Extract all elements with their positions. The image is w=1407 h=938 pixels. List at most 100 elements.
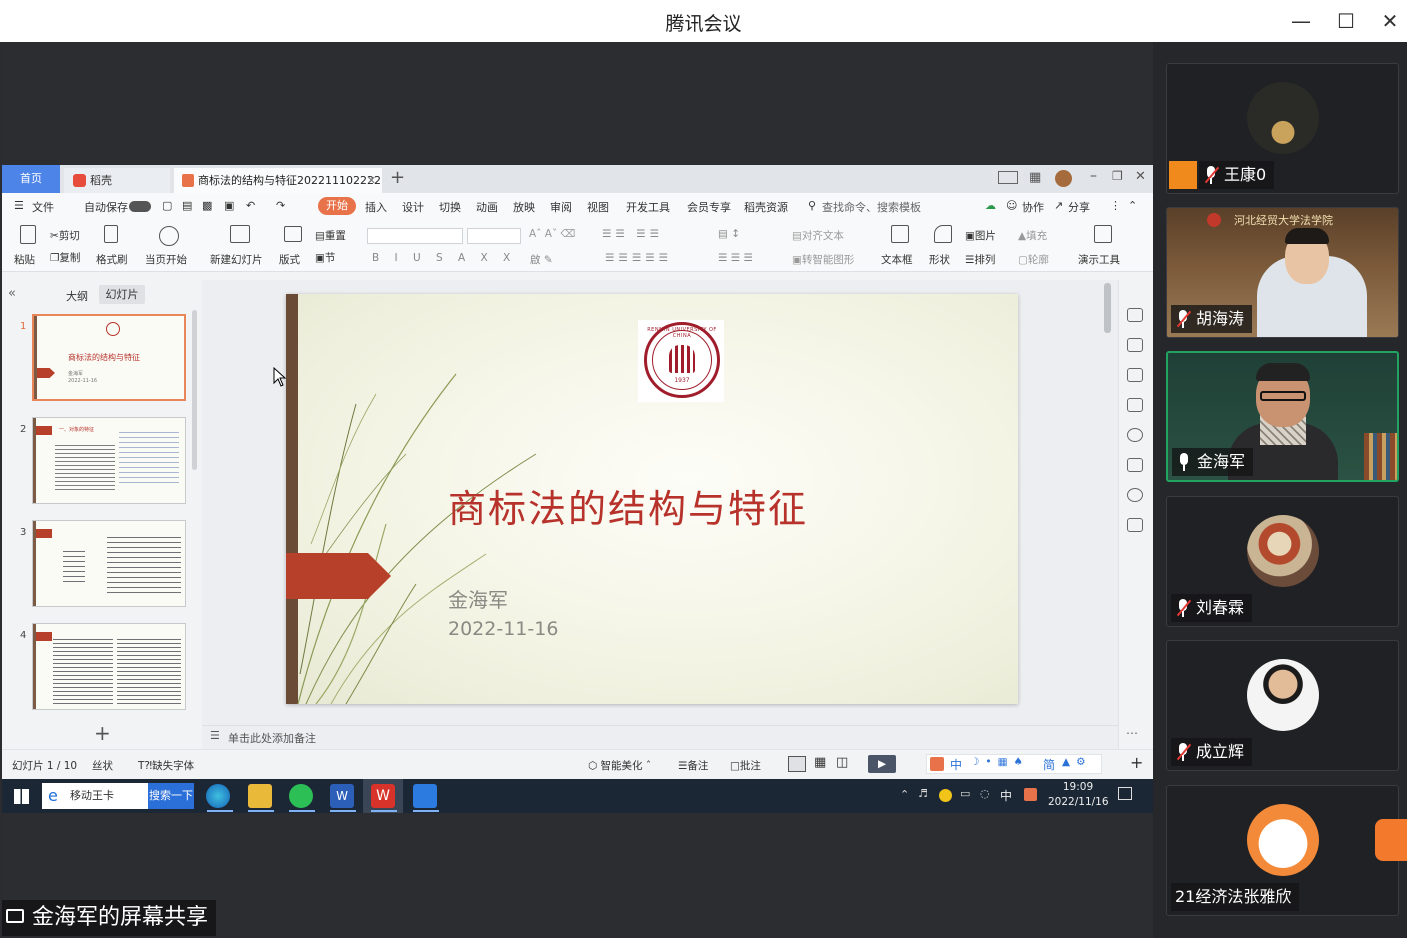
menu-developer[interactable]: 开发工具	[626, 199, 670, 215]
presentation-tools-button[interactable]: 演示工具	[1078, 252, 1120, 267]
menu-view[interactable]: 视图	[587, 199, 609, 215]
text-direction-icon[interactable]: ▤ ↕	[718, 228, 740, 240]
copy-button[interactable]: ❐复制	[50, 250, 80, 265]
arrange-button[interactable]: ☰排列	[965, 252, 995, 267]
more-icon[interactable]: ⋮	[1110, 199, 1121, 212]
tab-docer[interactable]: 稻壳	[64, 168, 170, 193]
font-family-select[interactable]	[367, 228, 463, 244]
minimize-button[interactable]: —	[1286, 8, 1316, 34]
sogou-ime-icon[interactable]	[930, 757, 944, 771]
hamburger-icon[interactable]: ☰	[14, 199, 24, 212]
menu-start[interactable]: 开始	[318, 197, 356, 215]
ime-simplified[interactable]: 简	[1043, 756, 1055, 773]
maximize-button[interactable]: ☐	[1331, 8, 1361, 34]
wps-restore-icon[interactable]: ❐	[1112, 169, 1123, 183]
menu-member[interactable]: 会员专享	[687, 199, 731, 215]
new-slide-icon[interactable]	[230, 225, 250, 243]
font-grow-icon[interactable]: Aˆ Aˇ ⌫	[529, 228, 575, 240]
layout-icon[interactable]	[998, 171, 1018, 184]
cloud-icon[interactable]: ☁	[985, 199, 996, 212]
format-painter-button[interactable]: 格式刷	[96, 252, 128, 267]
taskbar-date[interactable]: 2022/11/16	[1048, 796, 1109, 808]
active-speaker-tile[interactable]: 金海军	[1166, 351, 1399, 482]
menu-design[interactable]: 设计	[402, 199, 424, 215]
tencent-meeting-icon[interactable]	[413, 784, 437, 808]
missing-font-button[interactable]: T⁈缺失字体	[138, 758, 194, 773]
tab-outline[interactable]: 大纲	[66, 288, 88, 304]
tab-slides[interactable]: 幻灯片	[99, 285, 145, 304]
slide-thumbnail[interactable]	[32, 520, 186, 607]
sogou-tray-icon[interactable]	[1024, 788, 1037, 801]
file-explorer-icon[interactable]	[248, 784, 272, 808]
presentation-tools-icon[interactable]	[1094, 225, 1112, 243]
close-button[interactable]: ✕	[1375, 8, 1405, 34]
menu-docer-resources[interactable]: 稻壳资源	[744, 199, 788, 215]
align-text-button[interactable]: ▤对齐文本	[792, 228, 844, 243]
print-icon[interactable]: ▩	[202, 199, 212, 212]
menu-review[interactable]: 审阅	[550, 199, 572, 215]
tab-close-icon[interactable]: ✕	[367, 168, 376, 193]
ime-skin-icons[interactable]: ▲⚙	[1062, 756, 1092, 768]
textbox-icon[interactable]	[891, 225, 909, 243]
word-icon[interactable]: W	[330, 784, 354, 808]
comments-button[interactable]: □批注	[730, 758, 761, 773]
user-avatar-icon[interactable]	[1055, 170, 1072, 187]
windows-start-icon[interactable]	[14, 789, 29, 804]
shape-button[interactable]: 形状	[929, 252, 950, 267]
font-size-select[interactable]	[467, 228, 521, 244]
beautify-button[interactable]: ⬡ 智能美化 ˆ	[588, 758, 651, 773]
slide-thumbnail[interactable]	[32, 623, 186, 710]
reset-button[interactable]: ▤重置	[315, 228, 346, 243]
grid-icon[interactable]: ▦	[1029, 170, 1041, 185]
menu-transition[interactable]: 切换	[439, 199, 461, 215]
paste-icon[interactable]	[20, 225, 36, 244]
edge-browser-icon[interactable]	[206, 784, 230, 808]
volume-icon[interactable]: ♬	[918, 787, 928, 800]
list-icons[interactable]: ☰☰ ☰☰	[602, 228, 663, 240]
menu-animation[interactable]: 动画	[476, 199, 498, 215]
more-tools-icon[interactable]: ⋯	[1126, 726, 1138, 740]
reading-view-icon[interactable]: ◫	[836, 755, 848, 770]
image-tool-icon[interactable]	[1127, 458, 1143, 472]
command-search-input[interactable]: 查找命令、搜索模板	[822, 199, 921, 215]
taskbar-time[interactable]: 19:09	[1060, 781, 1096, 793]
format-painter-icon[interactable]	[104, 225, 118, 243]
floating-app-icon[interactable]	[1375, 819, 1407, 861]
new-tab-plus-icon[interactable]: +	[390, 167, 405, 188]
section-button[interactable]: ▣节	[315, 250, 335, 265]
participant-tile[interactable]: 刘春霖	[1166, 496, 1399, 627]
phonetic-icon[interactable]: 啟 ✎	[530, 252, 553, 267]
notes-bar[interactable]: ☰ 单击此处添加备注	[202, 725, 1120, 749]
align-icons[interactable]: ☰☰☰☰☰	[605, 252, 672, 264]
textbox-button[interactable]: 文本框	[881, 252, 913, 267]
export-icon[interactable]: ▤	[182, 199, 192, 212]
collapse-ribbon-icon[interactable]: ⌃	[1128, 199, 1137, 212]
help-tool-icon[interactable]	[1127, 428, 1143, 442]
save-icon[interactable]: ▢	[162, 199, 172, 212]
participant-tile[interactable]: 王康0	[1166, 63, 1399, 194]
wifi-icon[interactable]: ◌	[980, 787, 990, 800]
thumbs-scrollbar[interactable]	[192, 310, 197, 470]
theme-name[interactable]: 丝状	[92, 758, 113, 773]
slideshow-play-button[interactable]: ▶	[868, 755, 896, 773]
collapse-pane-icon[interactable]: «	[8, 286, 16, 301]
outline-button[interactable]: ▢轮廓	[1018, 252, 1049, 267]
settings-tool-icon[interactable]	[1127, 338, 1143, 352]
layout-button[interactable]: 版式	[279, 252, 300, 267]
participant-tile[interactable]: 成立辉	[1166, 640, 1399, 771]
normal-view-icon[interactable]	[788, 756, 806, 772]
sorter-view-icon[interactable]: ▦	[814, 755, 826, 770]
participant-video-tile[interactable]: 河北经贸大学法学院 胡海涛	[1166, 207, 1399, 338]
menu-slideshow[interactable]: 放映	[513, 199, 535, 215]
input-language-indicator[interactable]: 中	[1000, 787, 1012, 804]
animation-tool-icon[interactable]	[1127, 308, 1143, 322]
slides-tool-icon[interactable]	[1127, 398, 1143, 412]
book-tool-icon[interactable]	[1127, 518, 1143, 532]
picture-button[interactable]: ▣图片	[965, 228, 996, 243]
line-spacing-icon[interactable]: ☰ ☰ ☰	[718, 252, 753, 264]
taskbar-search-button[interactable]: 搜索一下	[148, 783, 194, 809]
menu-file[interactable]: 文件	[32, 199, 54, 215]
wps-office-icon[interactable]: W	[371, 784, 395, 808]
smart-graphic-button[interactable]: ▣转智能图形	[792, 252, 854, 267]
slide-thumbnail[interactable]: 商标法的结构与特征 金海军 2022-11-16	[32, 314, 186, 401]
